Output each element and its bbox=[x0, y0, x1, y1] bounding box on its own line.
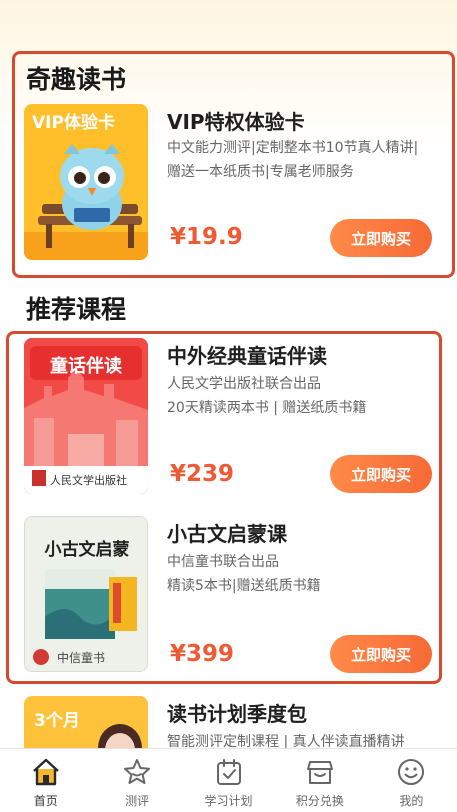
fairytale-buy-button[interactable]: 立即购买 bbox=[330, 455, 432, 493]
tab-assessment-label: 测评 bbox=[125, 794, 150, 808]
vip-card-price: ¥19.9 bbox=[170, 224, 243, 250]
classical-desc-1: 中信童书联合出品 bbox=[167, 554, 279, 570]
page: 奇趣读书 VIP体验卡 VIP特权体验卡 中文能力测评|定制整本书10节真人精讲… bbox=[0, 0, 457, 812]
course-cover-quarterly: 3个月 bbox=[24, 696, 148, 756]
fairytale-desc-2: 20天精读两本书 | 赠送纸质书籍 bbox=[167, 400, 367, 416]
course-cover-classical: 小古文启蒙 中信童书 bbox=[24, 516, 148, 672]
course-card-fairytale[interactable]: 童话伴读 人民文学出版社 中外经典童话伴读 人民文学出版社联合出品 20天精读两… bbox=[24, 338, 434, 496]
tab-home[interactable]: 首页 bbox=[0, 749, 91, 812]
tab-mine-label: 我的 bbox=[399, 794, 424, 808]
tab-mine[interactable]: 我的 bbox=[366, 749, 457, 812]
smiley-icon bbox=[398, 759, 425, 785]
bottom-tab-bar: 首页 测评 学习计划 积分兑换 我的 bbox=[0, 748, 457, 812]
owl-mascot-illustration bbox=[24, 144, 148, 260]
course-cover-fairytale: 童话伴读 人民文学出版社 bbox=[24, 338, 148, 494]
tab-assessment[interactable]: 测评 bbox=[91, 749, 182, 812]
course-card-quarterly[interactable]: 3个月 读书计划季度包 智能测评定制课程 | 真人伴读直播精讲 bbox=[24, 696, 434, 756]
shop-icon bbox=[306, 761, 333, 784]
calendar-icon bbox=[216, 759, 241, 785]
vip-card-cover: VIP体验卡 bbox=[24, 104, 148, 260]
fairytale-desc-1: 人民文学出版社联合出品 bbox=[167, 376, 321, 392]
teacher-illustration bbox=[98, 724, 142, 756]
section-title-recommend: 推荐课程 bbox=[26, 295, 127, 324]
star-icon bbox=[124, 759, 151, 784]
classical-buy-button[interactable]: 立即购买 bbox=[330, 635, 432, 673]
classical-cover-publisher: 中信童书 bbox=[57, 651, 106, 665]
tab-home-label: 首页 bbox=[33, 794, 58, 808]
quarterly-title: 读书计划季度包 bbox=[167, 702, 307, 726]
tab-points-exchange[interactable]: 积分兑换 bbox=[274, 749, 365, 812]
tab-points-exchange-label: 积分兑换 bbox=[295, 794, 344, 808]
home-icon bbox=[32, 758, 59, 786]
classical-desc-2: 精读5本书|赠送纸质书籍 bbox=[167, 578, 321, 594]
fairytale-cover-badge: 童话伴读 bbox=[50, 356, 122, 377]
fairytale-price: ¥239 bbox=[170, 461, 235, 487]
classical-price: ¥399 bbox=[170, 641, 235, 667]
vip-card-title: VIP特权体验卡 bbox=[167, 110, 305, 134]
vip-card[interactable]: VIP体验卡 VIP特权体验卡 中文能力测评|定制整本书10节真人精讲|赠送一本… bbox=[24, 104, 434, 260]
vip-buy-button[interactable]: 立即购买 bbox=[330, 219, 432, 257]
tab-study-plan[interactable]: 学习计划 bbox=[183, 749, 274, 812]
classical-title: 小古文启蒙课 bbox=[167, 522, 287, 546]
vip-card-desc: 中文能力测评|定制整本书10节真人精讲|赠送一本纸质书|专属老师服务 bbox=[167, 140, 419, 180]
fairytale-title: 中外经典童话伴读 bbox=[167, 344, 327, 368]
course-card-classical[interactable]: 小古文启蒙 中信童书 小古文启蒙课 中信童书联合出品 精读5本书|赠送纸质书籍 … bbox=[24, 516, 434, 674]
tab-study-plan-label: 学习计划 bbox=[204, 794, 253, 808]
fairytale-cover-publisher: 人民文学出版社 bbox=[50, 474, 127, 487]
citic-logo-icon bbox=[33, 649, 49, 665]
